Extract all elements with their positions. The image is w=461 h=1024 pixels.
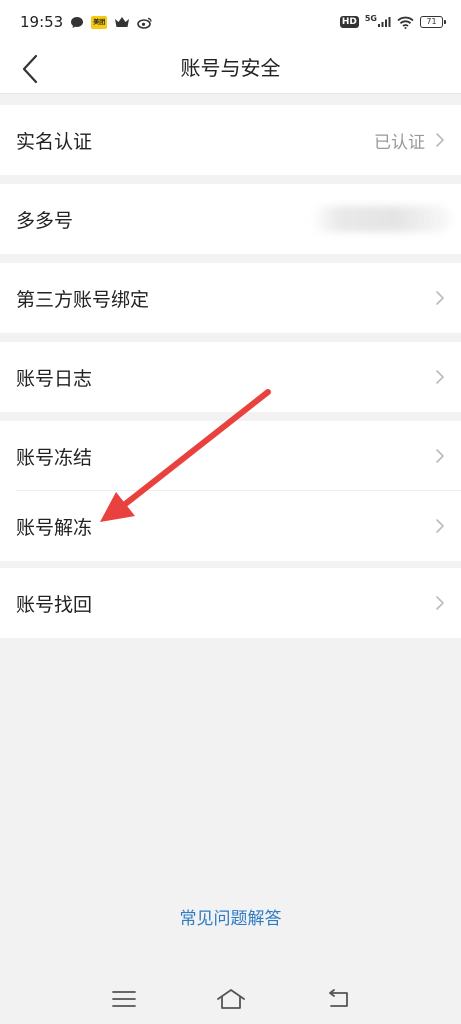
group-account-log: 账号日志 (0, 342, 461, 412)
group-recovery: 账号找回 (0, 568, 461, 638)
status-bar: 19:53 美团 HD 5G 71 (0, 0, 461, 44)
chevron-left-icon (22, 54, 38, 84)
back-button[interactable] (12, 50, 48, 88)
status-right: HD 5G 71 (339, 15, 446, 29)
row-right (311, 206, 451, 232)
group-duoduo-id: 多多号 (0, 184, 461, 254)
hd-badge: HD (339, 16, 359, 28)
row-label: 账号找回 (16, 593, 93, 616)
chevron-right-icon (436, 291, 444, 305)
verification-status: 已认证 (374, 132, 425, 153)
chat-bubble-icon (70, 16, 84, 29)
page-title: 账号与安全 (180, 56, 281, 80)
row-label: 多多号 (16, 209, 74, 232)
row-right (435, 595, 445, 611)
row-account-unfreeze[interactable]: 账号解冻 (0, 491, 461, 561)
row-account-log[interactable]: 账号日志 (0, 342, 461, 412)
chevron-right-icon (436, 133, 444, 147)
chevron-right-icon (436, 519, 444, 533)
row-right (435, 448, 445, 464)
wifi-icon (397, 16, 414, 29)
row-third-party-binding[interactable]: 第三方账号绑定 (0, 263, 461, 333)
row-label: 实名认证 (16, 130, 93, 153)
row-account-recovery[interactable]: 账号找回 (0, 568, 461, 638)
blurred-id-value (311, 206, 451, 232)
battery-icon: 71 (420, 16, 446, 28)
signal-icon: 5G (365, 15, 391, 29)
yellow-app-icon: 美团 (91, 15, 108, 29)
row-label: 账号解冻 (16, 516, 93, 539)
network-type-label: 5G (364, 14, 377, 23)
row-label: 账号日志 (16, 367, 93, 390)
system-back-button[interactable] (318, 981, 358, 1017)
faq-link[interactable]: 常见问题解答 (0, 904, 461, 934)
navigation-bar: 账号与安全 (0, 44, 461, 94)
chevron-right-icon (436, 449, 444, 463)
status-time: 19:53 (20, 13, 64, 31)
chevron-right-icon (436, 370, 444, 384)
row-right (435, 290, 445, 306)
home-icon (216, 989, 245, 1009)
crown-icon (114, 16, 130, 29)
weibo-icon (137, 16, 153, 29)
row-label: 第三方账号绑定 (16, 288, 150, 311)
menu-button[interactable] (104, 981, 144, 1017)
menu-icon (111, 991, 136, 1007)
back-icon (328, 989, 348, 1007)
row-duoduo-id[interactable]: 多多号 (0, 184, 461, 254)
group-third-party: 第三方账号绑定 (0, 263, 461, 333)
status-left: 19:53 美团 (20, 13, 153, 31)
chevron-right-icon (436, 596, 444, 610)
group-freeze: 账号冻结 账号解冻 (0, 421, 461, 561)
row-real-name-verification[interactable]: 实名认证 已认证 (0, 105, 461, 175)
row-right (435, 518, 445, 534)
row-right: 已认证 (374, 128, 445, 153)
system-nav-bar (0, 974, 461, 1024)
home-button[interactable] (211, 981, 251, 1017)
row-account-freeze[interactable]: 账号冻结 (0, 421, 461, 491)
row-right (435, 369, 445, 385)
row-label: 账号冻结 (16, 446, 93, 469)
group-real-name: 实名认证 已认证 (0, 105, 461, 175)
